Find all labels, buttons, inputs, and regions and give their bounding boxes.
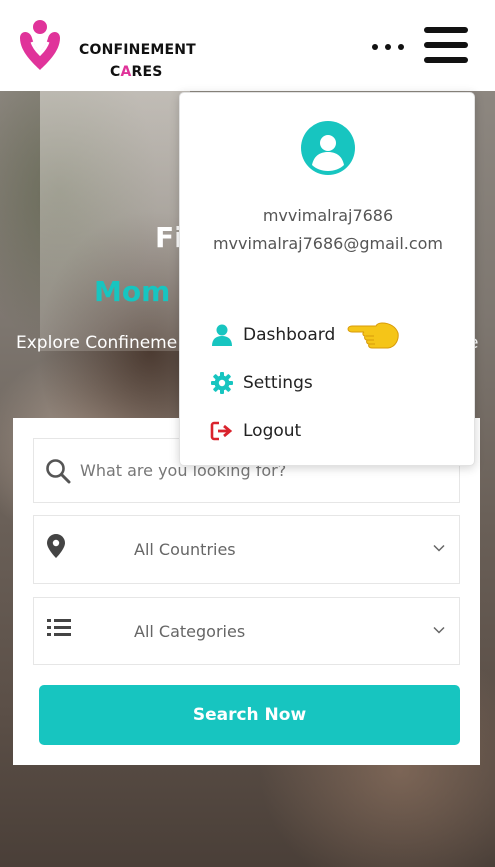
site-header: CONFINEMENT CARES [0, 0, 495, 91]
brand-name-line2: CARES [110, 64, 163, 80]
user-icon [210, 323, 234, 347]
chevron-down-icon [433, 544, 445, 552]
brand-logo[interactable]: CONFINEMENT CARES [16, 18, 196, 80]
user-email: mvvimalraj7686@gmail.com [212, 234, 444, 253]
menu-item-logout[interactable]: Logout [210, 418, 301, 444]
menu-item-label: Settings [243, 373, 313, 393]
avatar-icon [301, 121, 355, 175]
pointing-hand-emoji [346, 315, 400, 355]
brand-name-line1: CONFINEMENT [79, 42, 196, 58]
menu-item-label: Dashboard [243, 325, 336, 345]
hero-subtitle: Mom [94, 275, 171, 308]
country-select[interactable]: All Countries [33, 515, 460, 584]
category-select-value: All Categories [134, 622, 246, 641]
menu-item-dashboard[interactable]: Dashboard [210, 322, 335, 348]
country-select-value: All Countries [134, 540, 236, 559]
more-dots-icon[interactable] [370, 36, 406, 56]
user-name: mvvimalraj7686 [262, 206, 394, 225]
menu-item-settings[interactable]: Settings [210, 370, 313, 396]
category-select[interactable]: All Categories [33, 597, 460, 665]
search-icon [46, 459, 71, 484]
user-dropdown-menu: mvvimalraj7686 mvvimalraj7686@gmail.com … [179, 92, 475, 466]
chevron-down-icon [433, 626, 445, 634]
search-form: What are you looking for? All Countries … [13, 418, 480, 765]
location-pin-icon [47, 534, 65, 558]
search-now-button[interactable]: Search Now [39, 685, 460, 745]
menu-item-label: Logout [243, 421, 302, 441]
list-icon [47, 619, 71, 636]
gear-icon [210, 371, 234, 395]
logo-mark-icon [20, 20, 60, 70]
hamburger-menu-icon[interactable] [424, 25, 470, 65]
logout-icon [210, 419, 234, 443]
